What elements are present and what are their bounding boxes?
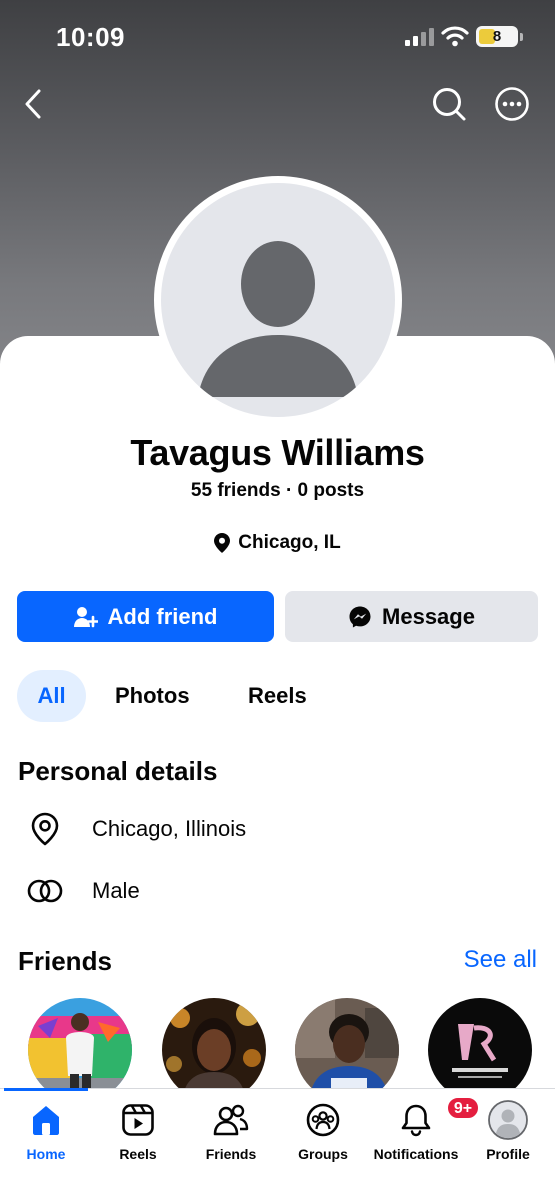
friend-photo-2[interactable] bbox=[162, 998, 266, 1102]
tab-reels[interactable]: Reels bbox=[248, 670, 307, 722]
nav-groups-label: Groups bbox=[298, 1146, 348, 1162]
friend-photo-1[interactable] bbox=[28, 998, 132, 1102]
status-bar: 10:09 8 bbox=[0, 0, 555, 72]
detail-gender-text: Male bbox=[92, 878, 140, 903]
tab-all[interactable]: All bbox=[17, 670, 86, 722]
profile-avatar[interactable] bbox=[161, 183, 395, 417]
cellular-signal-icon bbox=[405, 28, 435, 51]
nav-notifications-label: Notifications bbox=[373, 1146, 459, 1162]
friends-heading: Friends bbox=[18, 946, 112, 976]
active-tab-indicator bbox=[4, 1088, 88, 1091]
friend-photo-3[interactable] bbox=[295, 998, 399, 1102]
friend-photo-4[interactable] bbox=[428, 998, 532, 1102]
nav-profile[interactable]: Profile bbox=[463, 1100, 553, 1170]
bell-icon: 9+ bbox=[396, 1096, 480, 1140]
gender-rings-icon bbox=[27, 873, 63, 909]
status-time: 10:09 bbox=[56, 22, 125, 52]
groups-icon bbox=[303, 1100, 343, 1140]
messenger-icon bbox=[349, 606, 371, 627]
profile-stats: 55 friends · 0 posts bbox=[190, 480, 365, 501]
nav-groups[interactable]: Groups bbox=[278, 1100, 368, 1170]
battery-icon: 8 bbox=[476, 26, 518, 47]
tab-photos[interactable]: Photos bbox=[115, 670, 190, 722]
add-person-icon bbox=[73, 606, 98, 627]
tab-photos-label: Photos bbox=[115, 683, 190, 708]
wifi-icon bbox=[441, 25, 469, 52]
search-icon bbox=[433, 88, 466, 121]
nav-reels[interactable]: Reels bbox=[93, 1100, 183, 1170]
default-person-icon bbox=[198, 241, 358, 397]
location-pin-icon bbox=[214, 533, 231, 553]
location-text: Chicago, IL bbox=[238, 532, 341, 553]
profile-avatar-icon bbox=[488, 1100, 528, 1140]
nav-friends[interactable]: Friends bbox=[186, 1100, 276, 1170]
message-label: Message bbox=[382, 603, 475, 629]
nav-reels-label: Reels bbox=[119, 1146, 157, 1162]
add-friend-button[interactable]: Add friend bbox=[17, 591, 274, 642]
nav-home-label: Home bbox=[26, 1146, 66, 1162]
more-dots-icon bbox=[495, 87, 529, 121]
tab-reels-label: Reels bbox=[248, 683, 307, 708]
profile-name: Tavagus Williams bbox=[130, 432, 425, 473]
nav-profile-label: Profile bbox=[486, 1146, 530, 1162]
search-button[interactable] bbox=[429, 84, 469, 124]
personal-details-heading: Personal details bbox=[18, 756, 218, 786]
see-all-friends-link[interactable]: See all bbox=[464, 946, 537, 974]
nav-friends-label: Friends bbox=[205, 1146, 257, 1162]
detail-location-text: Chicago, Illinois bbox=[92, 816, 247, 841]
detail-row-gender: Male bbox=[0, 866, 555, 916]
message-button[interactable]: Message bbox=[285, 591, 538, 642]
home-icon bbox=[26, 1100, 66, 1140]
battery-level: 8 bbox=[492, 28, 502, 45]
detail-row-location: Chicago, Illinois bbox=[0, 804, 555, 854]
add-friend-label: Add friend bbox=[107, 603, 218, 629]
tab-all-label: All bbox=[37, 683, 66, 708]
nav-notifications[interactable]: 9+ Notifications bbox=[371, 1096, 480, 1170]
nav-home[interactable]: Home bbox=[1, 1100, 91, 1170]
back-button[interactable] bbox=[14, 84, 54, 124]
reels-icon bbox=[118, 1100, 158, 1140]
profile-location: Chicago, IL bbox=[0, 532, 555, 554]
friends-icon bbox=[211, 1100, 251, 1140]
chevron-left-icon bbox=[25, 89, 41, 119]
more-options-button[interactable] bbox=[492, 84, 532, 124]
location-pin-icon bbox=[27, 811, 63, 847]
